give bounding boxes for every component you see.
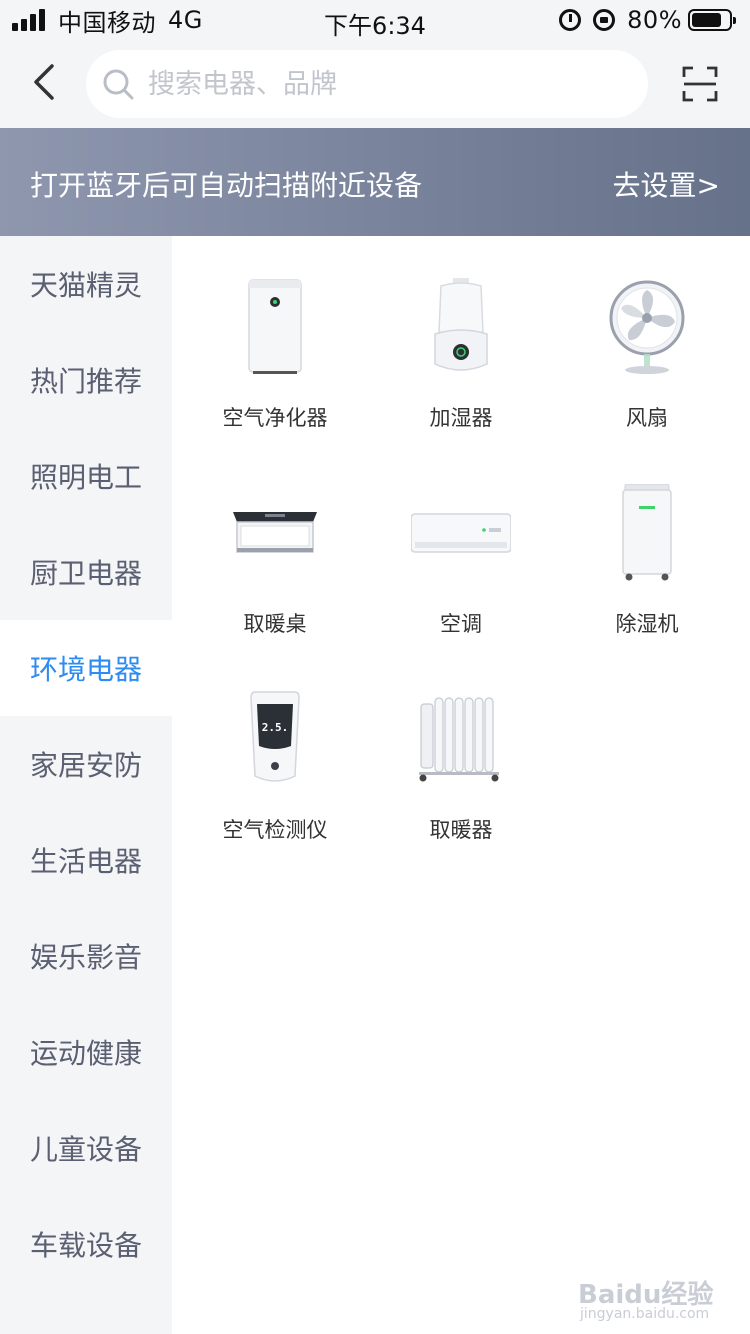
air-conditioner-icon [411, 513, 511, 553]
device-label: 空气检测仪 [222, 818, 328, 842]
device-label: 空气净化器 [222, 406, 328, 430]
device-label: 空调 [440, 612, 482, 636]
dehumidifier-icon [622, 484, 672, 581]
bluetooth-banner-text: 打开蓝牙后可自动扫描附近设备 [30, 169, 423, 202]
search-input[interactable] [148, 68, 588, 100]
search-box[interactable] [86, 50, 648, 118]
device-humidifier[interactable]: 加湿器 [368, 238, 554, 430]
back-button[interactable] [24, 58, 64, 106]
device-air-purifier[interactable]: 空气净化器 [182, 238, 368, 430]
heating-table-icon [233, 512, 317, 553]
search-icon [103, 69, 134, 100]
baidu-jingyan-watermark: Baidu经验 jingyan.baidu.com [574, 1268, 724, 1324]
alarm-icon [559, 9, 582, 31]
sidebar-item-hot-recommend[interactable]: 热门推荐 [0, 332, 172, 428]
rotation-lock-icon [593, 9, 616, 31]
status-bar: 中国移动 4G 下午6:34 80% [0, 0, 750, 40]
device-label: 加湿器 [429, 406, 493, 430]
air-monitor-icon: 2.5. [250, 691, 300, 782]
device-fan[interactable]: 风扇 [554, 238, 740, 430]
go-settings-link[interactable]: 去设置> [613, 164, 720, 204]
category-sidebar: 天猫精灵 热门推荐 照明电工 厨卫电器 环境电器 家居安防 生活电器 娱乐影音 … [0, 236, 172, 1334]
monitor-reading: 2.5. [262, 721, 289, 734]
battery-percent: 80% [627, 6, 682, 34]
humidifier-icon [434, 278, 488, 371]
sidebar-item-children[interactable]: 儿童设备 [0, 1100, 172, 1196]
search-header [0, 40, 750, 128]
device-heater[interactable]: 取暖器 [368, 650, 554, 842]
device-label: 风扇 [626, 406, 668, 430]
device-label: 除湿机 [615, 612, 679, 636]
air-purifier-icon [248, 279, 302, 374]
device-air-conditioner[interactable]: 空调 [368, 444, 554, 636]
scan-icon[interactable] [682, 66, 718, 102]
sidebar-item-environment[interactable]: 环境电器 [0, 620, 172, 716]
fan-icon [609, 280, 685, 374]
sidebar-item-tmall-genie[interactable]: 天猫精灵 [0, 236, 172, 332]
status-right: 80% [559, 6, 736, 34]
back-chevron-icon [34, 64, 54, 100]
device-heating-table[interactable]: 取暖桌 [182, 444, 368, 636]
battery-icon [688, 9, 736, 31]
sidebar-item-kitchen-bath[interactable]: 厨卫电器 [0, 524, 172, 620]
sidebar-item-home-security[interactable]: 家居安防 [0, 716, 172, 812]
heater-icon [419, 697, 499, 782]
bluetooth-banner: 打开蓝牙后可自动扫描附近设备 去设置> [0, 128, 750, 236]
sidebar-item-sports-health[interactable]: 运动健康 [0, 1004, 172, 1100]
sidebar-item-life-appliances[interactable]: 生活电器 [0, 812, 172, 908]
device-air-monitor[interactable]: 2.5. 空气检测仪 [182, 650, 368, 842]
sidebar-item-entertainment[interactable]: 娱乐影音 [0, 908, 172, 1004]
device-label: 取暖器 [429, 818, 493, 842]
device-dehumidifier[interactable]: 除湿机 [554, 444, 740, 636]
device-label: 取暖桌 [243, 612, 307, 636]
sidebar-item-car[interactable]: 车载设备 [0, 1196, 172, 1292]
sidebar-item-lighting[interactable]: 照明电工 [0, 428, 172, 524]
watermark-url: jingyan.baidu.com [580, 1306, 710, 1322]
